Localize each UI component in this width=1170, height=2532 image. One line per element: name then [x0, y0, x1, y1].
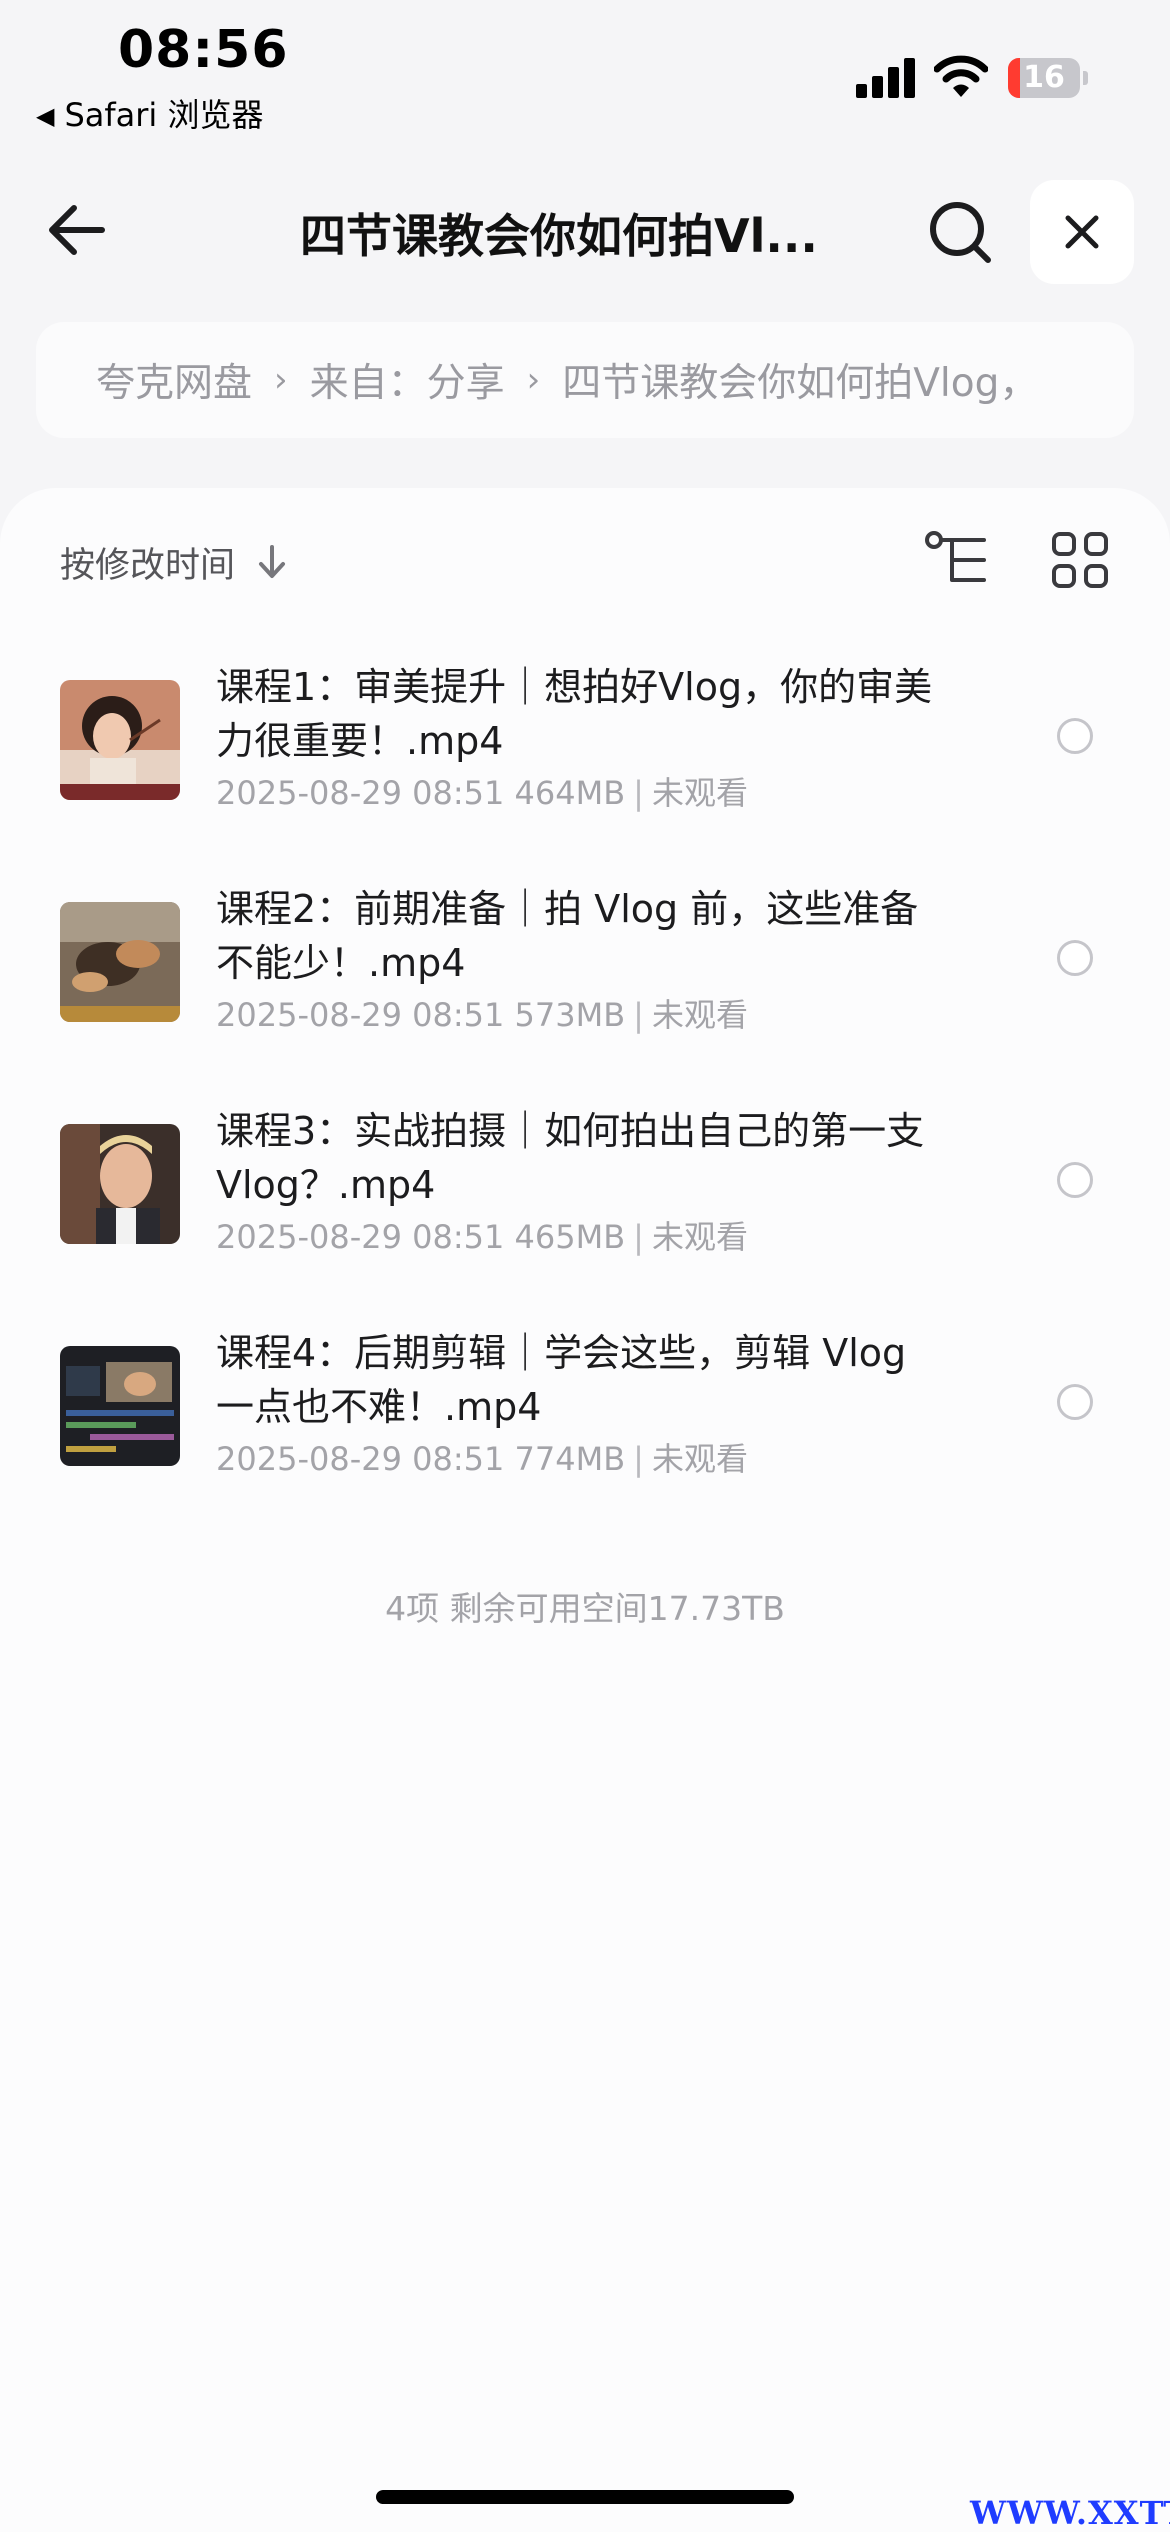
- sort-label: 按修改时间: [60, 545, 236, 586]
- back-triangle-icon: ◀: [36, 102, 55, 130]
- file-panel: 按修改时间 课程1：审美提升｜想拍好Vlog，你的审美力很重要！.mp4 202…: [0, 488, 1170, 2532]
- file-meta: 2025-08-29 08:51 774MB | 未观看: [216, 1434, 1016, 1480]
- breadcrumb-separator: ›: [526, 360, 541, 400]
- battery-level: 16: [1023, 60, 1065, 95]
- file-date: 2025-08-29 08:51: [216, 774, 505, 812]
- back-app-label: Safari 浏览器: [64, 96, 264, 134]
- watch-status: 未观看: [651, 1440, 748, 1478]
- watch-status: 未观看: [651, 996, 748, 1034]
- select-radio[interactable]: [1057, 940, 1093, 976]
- breadcrumb-item-current[interactable]: 四节课教会你如何拍Vlog，: [562, 352, 1038, 408]
- file-row[interactable]: 课程3：实战拍摄｜如何拍出自己的第一支 Vlog？.mp4 2025-08-29…: [0, 1090, 1170, 1312]
- status-time: 08:56: [118, 20, 289, 80]
- status-bar: 08:56 ◀ Safari 浏览器 16: [0, 0, 1170, 140]
- sort-button[interactable]: 按修改时间: [60, 532, 287, 592]
- storage-summary: 4项 剩余可用空间17.73TB: [385, 1589, 785, 1628]
- file-size: 573MB: [514, 996, 626, 1034]
- file-date: 2025-08-29 08:51: [216, 1440, 505, 1478]
- file-meta: 2025-08-29 08:51 464MB | 未观看: [216, 768, 1016, 814]
- file-name: 课程2：前期准备｜拍 Vlog 前，这些准备不能少！.mp4: [216, 887, 919, 985]
- video-thumbnail: [60, 1124, 180, 1244]
- arrow-down-icon: [259, 545, 286, 578]
- grid-view-button[interactable]: [1050, 530, 1110, 590]
- file-meta: 2025-08-29 08:51 465MB | 未观看: [216, 1212, 1016, 1258]
- file-row[interactable]: 课程1：审美提升｜想拍好Vlog，你的审美力很重要！.mp4 2025-08-2…: [0, 646, 1170, 868]
- file-name: 课程4：后期剪辑｜学会这些，剪辑 Vlog 一点也不难！.mp4: [216, 1331, 907, 1429]
- close-button[interactable]: [1030, 180, 1134, 284]
- page-title: 四节课教会你如何拍Vl...: [300, 209, 818, 263]
- search-icon: [930, 202, 991, 263]
- video-thumbnail: [60, 680, 180, 800]
- file-list: 课程1：审美提升｜想拍好Vlog，你的审美力很重要！.mp4 2025-08-2…: [0, 646, 1170, 1534]
- meta-divider: |: [633, 996, 644, 1034]
- file-name: 课程3：实战拍摄｜如何拍出自己的第一支 Vlog？.mp4: [216, 1109, 925, 1207]
- thumbnail-image-icon: [60, 680, 180, 800]
- back-button[interactable]: [40, 198, 120, 262]
- breadcrumb-separator: ›: [274, 360, 288, 400]
- tree-view-button[interactable]: [924, 528, 990, 594]
- grid-view-icon: [1052, 532, 1108, 588]
- video-thumbnail: [60, 902, 180, 1022]
- battery-body: 16: [1008, 58, 1080, 98]
- file-row[interactable]: 课程2：前期准备｜拍 Vlog 前，这些准备不能少！.mp4 2025-08-2…: [0, 868, 1170, 1090]
- select-radio[interactable]: [1057, 1162, 1093, 1198]
- file-date: 2025-08-29 08:51: [216, 1218, 505, 1256]
- select-radio[interactable]: [1057, 718, 1093, 754]
- battery-indicator: 16: [1008, 58, 1088, 98]
- video-thumbnail: [60, 1346, 180, 1466]
- home-indicator[interactable]: [376, 2490, 794, 2504]
- cellular-signal-icon: [856, 58, 915, 98]
- meta-divider: |: [633, 1218, 644, 1256]
- arrow-left-icon: [49, 205, 105, 255]
- nav-bar: 四节课教会你如何拍Vl...: [0, 170, 1170, 290]
- select-radio[interactable]: [1057, 1384, 1093, 1420]
- search-button[interactable]: [926, 198, 996, 268]
- file-name: 课程1：审美提升｜想拍好Vlog，你的审美力很重要！.mp4: [216, 665, 933, 763]
- breadcrumb-item-shared[interactable]: 来自：分享: [310, 352, 505, 408]
- close-icon: [1065, 215, 1099, 249]
- back-to-app-link[interactable]: ◀ Safari 浏览器: [36, 90, 264, 136]
- file-date: 2025-08-29 08:51: [216, 996, 505, 1034]
- thumbnail-image-icon: [60, 1346, 180, 1466]
- file-size: 774MB: [514, 1440, 626, 1478]
- watch-status: 未观看: [651, 774, 748, 812]
- file-meta: 2025-08-29 08:51 573MB | 未观看: [216, 990, 1016, 1036]
- wifi-icon: [934, 55, 988, 97]
- battery-cap: [1083, 71, 1088, 85]
- tree-view-icon: [925, 531, 986, 582]
- file-size: 465MB: [514, 1218, 626, 1256]
- screen: 08:56 ◀ Safari 浏览器 16 四节课教会你如何拍Vl... 夸克网…: [0, 0, 1170, 2532]
- meta-divider: |: [633, 774, 644, 812]
- file-size: 464MB: [514, 774, 626, 812]
- breadcrumb-item-root[interactable]: 夸克网盘: [96, 352, 252, 408]
- thumbnail-image-icon: [60, 902, 180, 1022]
- meta-divider: |: [633, 1440, 644, 1478]
- thumbnail-image-icon: [60, 1124, 180, 1244]
- watch-status: 未观看: [651, 1218, 748, 1256]
- watermark: WWW.XXTTQ.COM: [970, 2494, 1170, 2532]
- breadcrumb: 夸克网盘 › 来自：分享 › 四节课教会你如何拍Vlog，: [36, 322, 1134, 438]
- file-row[interactable]: 课程4：后期剪辑｜学会这些，剪辑 Vlog 一点也不难！.mp4 2025-08…: [0, 1312, 1170, 1534]
